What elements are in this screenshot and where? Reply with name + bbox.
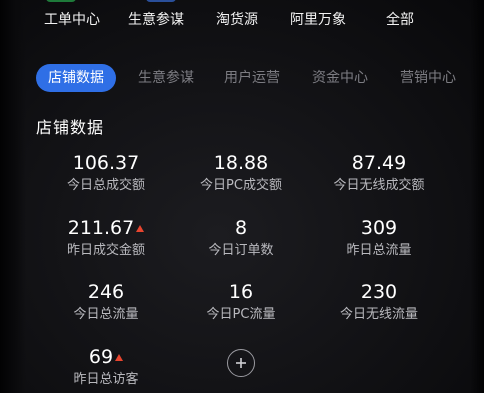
- metric-value: 69: [36, 346, 176, 368]
- metric-value: 309: [360, 217, 398, 239]
- metric-card[interactable]: 16 今日PC流量: [171, 281, 311, 324]
- metric-value: 246: [87, 281, 125, 303]
- plus-icon: [236, 358, 246, 368]
- device-frame-left: [0, 0, 26, 393]
- section-title: 店铺数据: [36, 118, 105, 137]
- metric-label: 昨日总访客: [73, 372, 139, 387]
- metric-card[interactable]: 230 今日无线流量: [309, 281, 449, 324]
- metric-label: 今日PC流量: [206, 307, 276, 322]
- metric-value: 16: [228, 281, 254, 303]
- metric-card[interactable]: 87.49 今日无线成交额: [309, 152, 449, 195]
- metric-value: 211.67: [36, 217, 176, 239]
- metric-label: 今日无线流量: [339, 307, 418, 322]
- tab-fund-center[interactable]: 资金中心: [312, 64, 368, 92]
- metric-card[interactable]: 8 今日订单数: [171, 217, 311, 260]
- metric-label: 今日订单数: [208, 243, 274, 258]
- quick-nav-item-all[interactable]: 全部: [386, 9, 414, 29]
- metric-value: 18.88: [213, 152, 269, 174]
- quick-nav-icon-glow: [146, 0, 176, 2]
- up-arrow-icon: [115, 354, 124, 361]
- tab-business-advisor[interactable]: 生意参谋: [138, 64, 194, 92]
- add-metric-button[interactable]: [227, 349, 255, 377]
- store-dashboard: 工单中心 生意参谋 淘货源 阿里万象 全部 店铺数据 生意参谋 用户运营 资金中…: [0, 0, 484, 393]
- up-arrow-icon: [136, 225, 145, 232]
- quick-nav-icon-glow: [46, 0, 76, 2]
- quick-nav: 工单中心 生意参谋 淘货源 阿里万象 全部: [28, 0, 468, 40]
- device-frame-right: [470, 0, 484, 393]
- metric-label: 今日PC成交额: [200, 178, 282, 193]
- metric-card[interactable]: 69 昨日总访客: [36, 346, 176, 389]
- metric-card[interactable]: 211.67 昨日成交金额: [36, 217, 176, 260]
- tab-bar: 店铺数据 生意参谋 用户运营 资金中心 营销中心: [32, 64, 484, 94]
- metric-card[interactable]: 309 昨日总流量: [309, 217, 449, 260]
- metric-value: 230: [360, 281, 398, 303]
- quick-nav-item-sourcing[interactable]: 淘货源: [216, 9, 258, 29]
- quick-nav-item-business-advisor[interactable]: 生意参谋: [128, 9, 184, 29]
- metric-value: 8: [234, 217, 248, 239]
- tab-user-operations[interactable]: 用户运营: [224, 64, 280, 92]
- quick-nav-item-ali-wanxiang[interactable]: 阿里万象: [290, 9, 346, 29]
- metric-card[interactable]: 106.37 今日总成交额: [36, 152, 176, 195]
- quick-nav-item-work-order[interactable]: 工单中心: [44, 9, 100, 29]
- metric-label: 今日总成交额: [66, 178, 145, 193]
- metric-label: 昨日总流量: [346, 243, 412, 258]
- tab-store-data[interactable]: 店铺数据: [36, 64, 116, 92]
- metric-value: 87.49: [351, 152, 407, 174]
- metric-label: 今日无线成交额: [333, 178, 425, 193]
- metric-label: 昨日成交金额: [66, 243, 145, 258]
- metric-card[interactable]: 246 今日总流量: [36, 281, 176, 324]
- metric-label: 今日总流量: [73, 307, 139, 322]
- tab-marketing-center[interactable]: 营销中心: [400, 64, 456, 92]
- metric-card[interactable]: 18.88 今日PC成交额: [171, 152, 311, 195]
- metric-value: 106.37: [72, 152, 140, 174]
